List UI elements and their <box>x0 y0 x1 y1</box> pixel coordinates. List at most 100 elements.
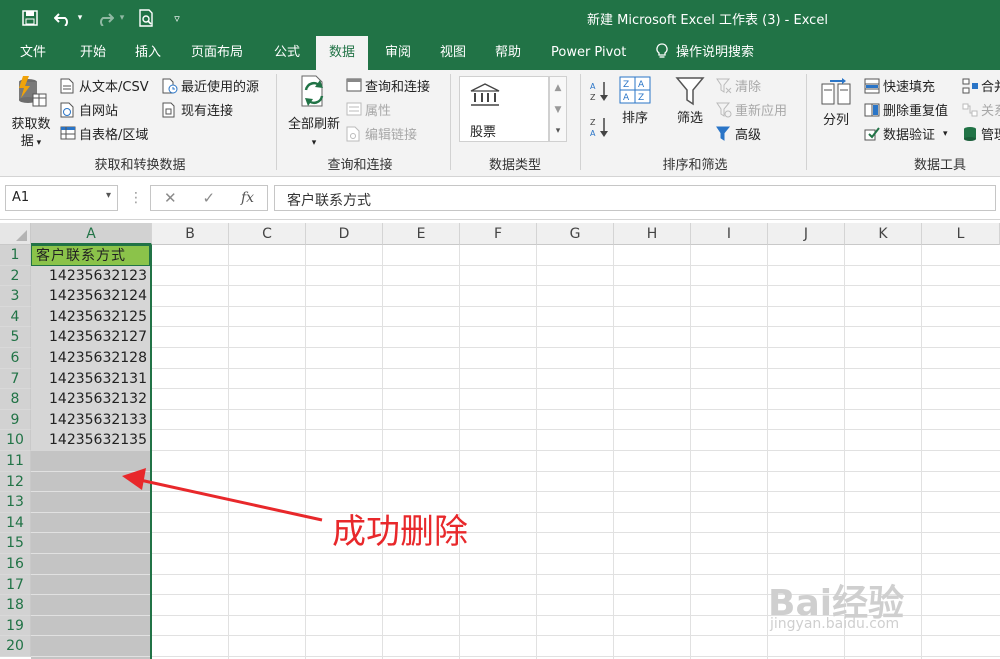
filter-button[interactable]: 筛选 <box>670 76 710 127</box>
enter-icon[interactable]: ✓ <box>202 189 215 207</box>
sort-za-icon[interactable]: ZA <box>590 116 610 142</box>
from-table-button[interactable]: 自表格/区域 <box>60 124 148 143</box>
tab-page-layout[interactable]: 页面布局 <box>187 36 247 70</box>
row-header[interactable]: 2 <box>0 265 31 287</box>
name-box-dropdown-icon[interactable]: ▾ <box>106 190 111 201</box>
cell-phone-number[interactable]: 14235632132 <box>31 389 150 410</box>
tab-view[interactable]: 视图 <box>436 36 470 70</box>
reapply-button[interactable]: 重新应用 <box>716 100 787 119</box>
cell-phone-number[interactable]: 14235632135 <box>31 430 150 451</box>
advanced-filter-button[interactable]: 高级 <box>716 124 761 143</box>
column-header[interactable]: C <box>229 223 306 245</box>
clear-button[interactable]: 清除 <box>716 76 761 95</box>
data-types-gallery[interactable]: 股票 <box>459 76 549 142</box>
get-data-button[interactable]: 获取数 据 ▾ <box>8 74 54 152</box>
row-header[interactable]: 19 <box>0 615 31 637</box>
redo-dropdown-icon[interactable]: ▾ <box>118 8 126 28</box>
column-header[interactable]: H <box>614 223 691 245</box>
sort-az-icon[interactable]: AZ <box>590 80 610 106</box>
column-header[interactable]: A <box>31 223 152 245</box>
recent-sources-button[interactable]: 最近使用的源 <box>162 76 259 95</box>
row-header[interactable]: 4 <box>0 306 31 328</box>
undo-icon[interactable] <box>52 8 74 28</box>
group-label-sort-filter: 排序和筛选 <box>662 158 728 173</box>
column-header[interactable]: B <box>152 223 229 245</box>
insert-function-icon[interactable]: fx <box>241 190 254 206</box>
tab-tell-me[interactable]: 操作说明搜索 <box>652 36 758 70</box>
name-box[interactable]: A1 ▾ <box>5 185 118 211</box>
refresh-all-button[interactable]: 全部刷新 ▾ <box>284 74 344 152</box>
print-preview-icon[interactable] <box>136 8 156 28</box>
row-header[interactable]: 1 <box>0 245 31 266</box>
row-header[interactable]: 7 <box>0 368 31 390</box>
column-header[interactable]: E <box>383 223 460 245</box>
tab-data[interactable]: 数据 <box>316 36 368 71</box>
cell-phone-number[interactable]: 14235632133 <box>31 409 150 431</box>
cell-a1-header[interactable]: 客户联系方式 <box>31 245 150 266</box>
cancel-icon[interactable]: ✕ <box>164 189 177 207</box>
row-header[interactable]: 9 <box>0 409 31 431</box>
gallery-down-icon[interactable]: ▼ <box>550 99 566 121</box>
customize-icon[interactable]: ▿ <box>170 8 184 28</box>
cell-phone-number[interactable]: 14235632128 <box>31 348 150 369</box>
consolidate-button[interactable]: 合并 <box>962 76 1000 95</box>
flash-fill-button[interactable]: 快速填充 <box>864 76 935 95</box>
row-header[interactable]: 6 <box>0 348 31 369</box>
tab-home[interactable]: 开始 <box>76 36 110 70</box>
relationships-button[interactable]: 关系 <box>962 100 1000 119</box>
row-header[interactable]: 10 <box>0 430 31 451</box>
row-header[interactable]: 5 <box>0 327 31 348</box>
row-header[interactable]: 13 <box>0 492 31 513</box>
tab-help[interactable]: 帮助 <box>491 36 525 70</box>
tab-review[interactable]: 审阅 <box>381 36 415 70</box>
row-header[interactable]: 20 <box>0 636 31 657</box>
tab-formulas[interactable]: 公式 <box>270 36 304 70</box>
remove-duplicates-label: 删除重复值 <box>883 104 949 119</box>
cell-phone-number[interactable]: 14235632123 <box>31 265 150 287</box>
row-header[interactable]: 3 <box>0 286 31 307</box>
column-header[interactable]: F <box>460 223 537 245</box>
properties-button[interactable]: 属性 <box>346 100 391 119</box>
formula-bar-grip-icon[interactable]: ⋮ <box>129 190 143 206</box>
from-csv-button[interactable]: 从文本/CSV <box>60 76 149 95</box>
cell-phone-number[interactable]: 14235632124 <box>31 286 150 307</box>
column-header[interactable]: I <box>691 223 768 245</box>
column-header[interactable]: J <box>768 223 845 245</box>
gallery-scroll[interactable]: ▲ ▼ ▾ <box>549 76 567 142</box>
save-icon[interactable] <box>20 8 40 28</box>
row-header[interactable]: 18 <box>0 595 31 616</box>
tab-insert[interactable]: 插入 <box>131 36 165 70</box>
cell-phone-number[interactable]: 14235632125 <box>31 306 150 328</box>
row-header[interactable]: 8 <box>0 389 31 410</box>
queries-connections-button[interactable]: 查询和连接 <box>346 76 430 95</box>
undo-dropdown-icon[interactable]: ▾ <box>76 8 84 28</box>
queries-icon <box>346 78 362 94</box>
column-header[interactable]: G <box>537 223 614 245</box>
column-header[interactable]: K <box>845 223 922 245</box>
row-header[interactable]: 12 <box>0 471 31 493</box>
column-header[interactable]: L <box>922 223 1000 245</box>
tab-file[interactable]: 文件 <box>16 36 50 70</box>
gallery-up-icon[interactable]: ▲ <box>550 77 566 99</box>
from-web-button[interactable]: 自网站 <box>60 100 118 119</box>
tab-power-pivot[interactable]: Power Pivot <box>547 36 630 70</box>
cell-phone-number[interactable]: 14235632127 <box>31 327 150 348</box>
remove-duplicates-button[interactable]: 删除重复值 <box>864 100 948 119</box>
gallery-more-icon[interactable]: ▾ <box>550 121 566 141</box>
data-validation-button[interactable]: 数据验证 ▾ <box>864 124 948 143</box>
sort-button[interactable]: ZAAZ 排序 <box>617 76 653 127</box>
edit-links-button[interactable]: 编辑链接 <box>346 124 417 143</box>
manage-data-model-button[interactable]: 管理 <box>962 124 1000 143</box>
row-header[interactable]: 14 <box>0 512 31 534</box>
existing-connections-button[interactable]: 现有连接 <box>162 100 233 119</box>
redo-icon[interactable] <box>94 8 116 28</box>
cell-phone-number[interactable]: 14235632131 <box>31 368 150 390</box>
row-header[interactable]: 16 <box>0 554 31 575</box>
row-header[interactable]: 11 <box>0 451 31 472</box>
text-to-columns-button[interactable]: 分列 <box>816 78 856 129</box>
select-all-button[interactable] <box>0 223 31 245</box>
formula-input[interactable]: 客户联系方式 <box>274 185 996 211</box>
column-header[interactable]: D <box>306 223 383 245</box>
row-header[interactable]: 17 <box>0 574 31 596</box>
row-header[interactable]: 15 <box>0 533 31 554</box>
